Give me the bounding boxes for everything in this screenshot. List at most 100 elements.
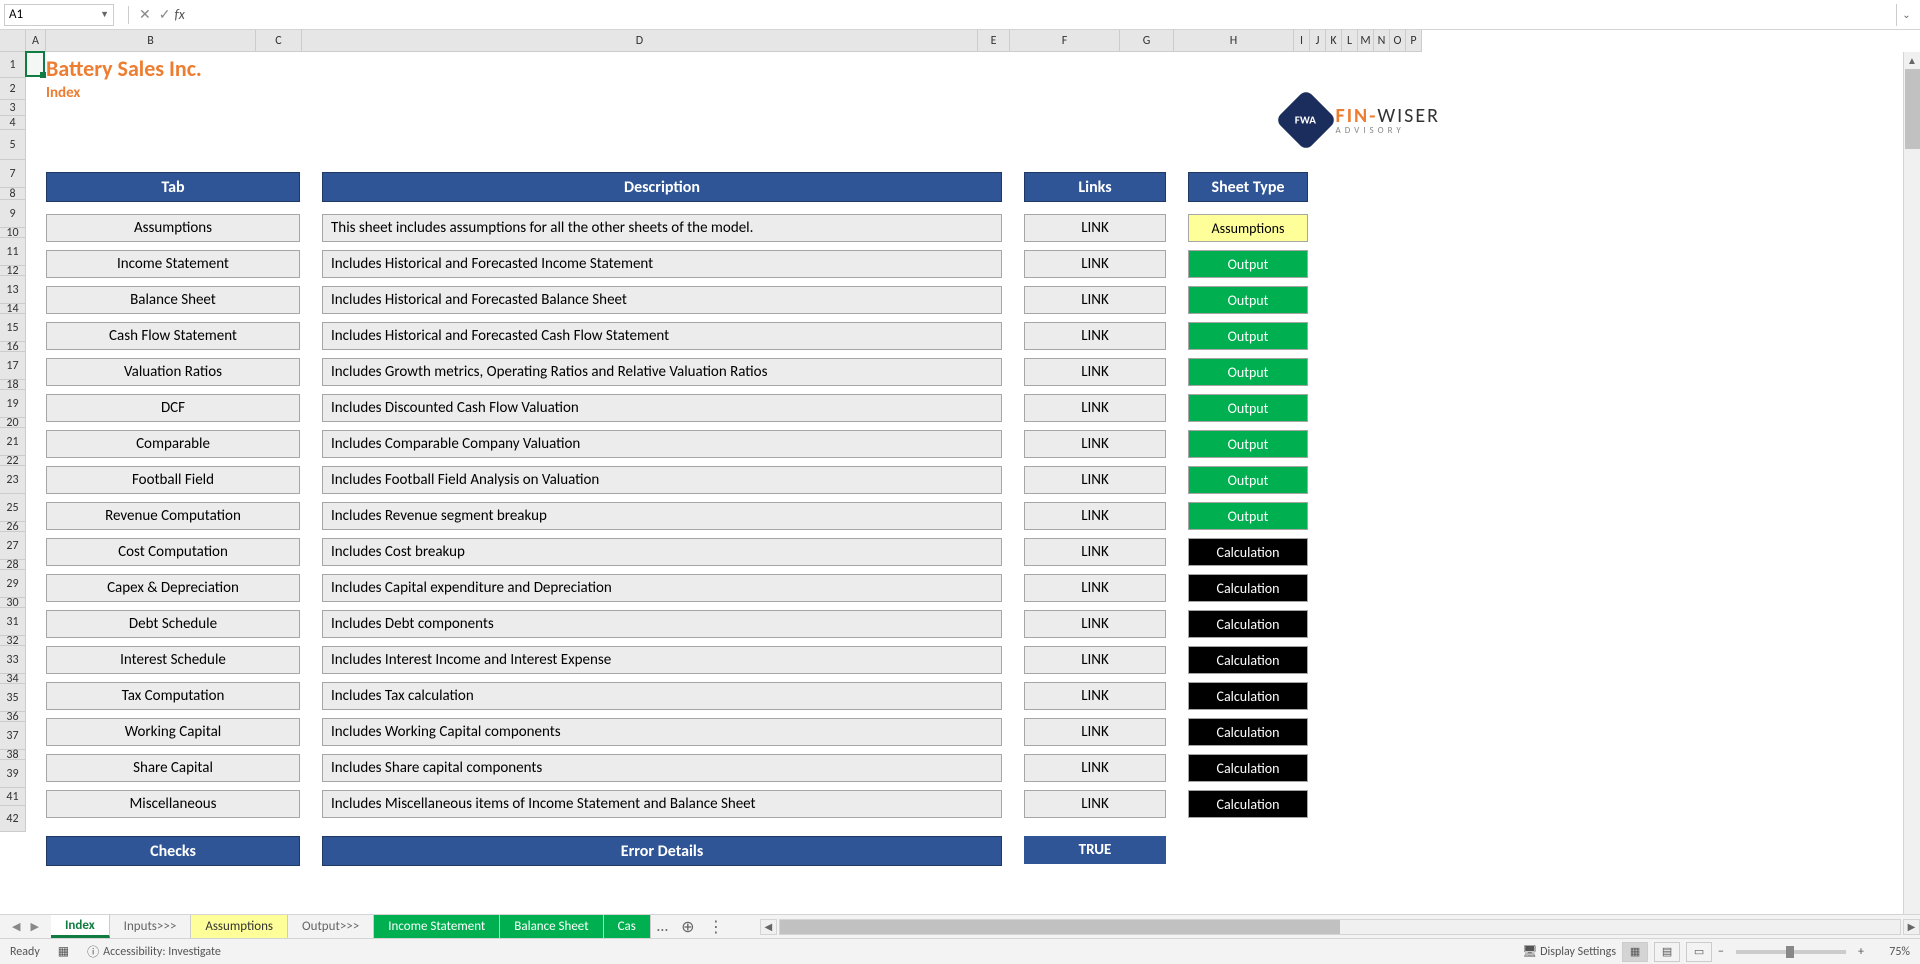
- column-header-B[interactable]: B: [46, 30, 256, 52]
- row-header-33[interactable]: 33: [0, 646, 26, 674]
- link-cell[interactable]: LINK: [1024, 322, 1166, 350]
- row-header-27[interactable]: 27: [0, 532, 26, 560]
- formula-input[interactable]: [191, 4, 1896, 26]
- column-header-O[interactable]: O: [1390, 30, 1406, 52]
- accessibility-status[interactable]: ⓘ Accessibility: Investigate: [87, 943, 221, 960]
- link-cell[interactable]: LINK: [1024, 466, 1166, 494]
- sheet-tab-index[interactable]: Index: [51, 915, 110, 938]
- column-header-H[interactable]: H: [1174, 30, 1294, 52]
- fx-icon[interactable]: fx: [174, 6, 184, 23]
- link-cell[interactable]: LINK: [1024, 790, 1166, 818]
- link-cell[interactable]: LINK: [1024, 250, 1166, 278]
- display-settings-button[interactable]: 🖥 Display Settings: [1522, 944, 1616, 959]
- column-header-I[interactable]: I: [1294, 30, 1310, 52]
- link-cell[interactable]: LINK: [1024, 754, 1166, 782]
- zoom-slider[interactable]: [1736, 950, 1846, 954]
- row-header-26[interactable]: 26: [0, 522, 26, 532]
- formula-expand-icon[interactable]: ⌄: [1896, 4, 1916, 26]
- scroll-up-icon[interactable]: ▲: [1904, 52, 1920, 69]
- zoom-knob[interactable]: [1786, 946, 1794, 958]
- row-header-39[interactable]: 39: [0, 760, 26, 788]
- zoom-in-button[interactable]: +: [1858, 945, 1864, 959]
- row-header-35[interactable]: 35: [0, 684, 26, 712]
- row-header-14[interactable]: 14: [0, 304, 26, 314]
- column-header-L[interactable]: L: [1342, 30, 1358, 52]
- column-header-D[interactable]: D: [302, 30, 978, 52]
- row-header-20[interactable]: 20: [0, 418, 26, 428]
- scroll-thumb[interactable]: [1905, 69, 1920, 149]
- row-header-30[interactable]: 30: [0, 598, 26, 608]
- view-page-break-button[interactable]: ▭: [1686, 942, 1712, 962]
- link-cell[interactable]: LINK: [1024, 394, 1166, 422]
- link-cell[interactable]: LINK: [1024, 574, 1166, 602]
- sheet-tab-cas[interactable]: Cas: [604, 915, 651, 938]
- horizontal-scrollbar[interactable]: [779, 919, 1901, 935]
- row-header-38[interactable]: 38: [0, 750, 26, 760]
- column-header-N[interactable]: N: [1374, 30, 1390, 52]
- column-header-A[interactable]: A: [26, 30, 46, 52]
- row-header-8[interactable]: 8: [0, 188, 26, 200]
- column-header-K[interactable]: K: [1326, 30, 1342, 52]
- row-header-31[interactable]: 31: [0, 608, 26, 636]
- vertical-scrollbar[interactable]: ▲ ▼: [1903, 52, 1920, 930]
- row-header-32[interactable]: 32: [0, 636, 26, 646]
- sheet-tab-income-statement[interactable]: Income Statement: [374, 915, 500, 938]
- column-header-G[interactable]: G: [1120, 30, 1174, 52]
- column-header-C[interactable]: C: [256, 30, 302, 52]
- sheet-more-icon[interactable]: …: [651, 915, 674, 938]
- row-header-15[interactable]: 15: [0, 314, 26, 342]
- hscroll-right-icon[interactable]: ▶: [1903, 919, 1920, 935]
- row-header-1[interactable]: 1: [0, 52, 26, 78]
- link-cell[interactable]: LINK: [1024, 430, 1166, 458]
- hscroll-thumb[interactable]: [780, 920, 1340, 934]
- column-header-M[interactable]: M: [1358, 30, 1374, 52]
- zoom-out-button[interactable]: −: [1718, 945, 1724, 959]
- column-header-P[interactable]: P: [1406, 30, 1422, 52]
- column-header-E[interactable]: E: [978, 30, 1010, 52]
- sheet-tab-assumptions[interactable]: Assumptions: [191, 915, 288, 938]
- view-page-layout-button[interactable]: ▤: [1654, 942, 1680, 962]
- sheet-next-icon[interactable]: ▶: [30, 920, 38, 933]
- link-cell[interactable]: LINK: [1024, 646, 1166, 674]
- link-cell[interactable]: LINK: [1024, 718, 1166, 746]
- row-header-3[interactable]: 3: [0, 100, 26, 116]
- row-header-18[interactable]: 18: [0, 380, 26, 390]
- sheet-tab-balance-sheet[interactable]: Balance Sheet: [500, 915, 603, 938]
- row-header-5[interactable]: 5: [0, 130, 26, 160]
- row-header-36[interactable]: 36: [0, 712, 26, 722]
- row-header-37[interactable]: 37: [0, 722, 26, 750]
- name-box[interactable]: A1 ▼: [4, 4, 114, 26]
- hscroll-left-icon[interactable]: ◀: [760, 919, 777, 935]
- row-header-41[interactable]: 41: [0, 788, 26, 806]
- sheet-prev-icon[interactable]: ◀: [12, 920, 20, 933]
- row-header-42[interactable]: 42: [0, 806, 26, 832]
- select-all-corner[interactable]: [0, 30, 26, 52]
- row-header-22[interactable]: 22: [0, 456, 26, 466]
- row-header-11[interactable]: 11: [0, 238, 26, 266]
- sheet-tab-output-[interactable]: Output>>>: [288, 915, 374, 938]
- row-header-4[interactable]: 4: [0, 116, 26, 130]
- row-header-21[interactable]: 21: [0, 428, 26, 456]
- row-header-29[interactable]: 29: [0, 570, 26, 598]
- row-header-19[interactable]: 19: [0, 390, 26, 418]
- link-cell[interactable]: LINK: [1024, 214, 1166, 242]
- view-normal-button[interactable]: ▦: [1622, 942, 1648, 962]
- row-header-16[interactable]: 16: [0, 342, 26, 352]
- add-sheet-button[interactable]: ⊕: [674, 915, 702, 938]
- row-header-10[interactable]: 10: [0, 228, 26, 238]
- name-box-dropdown-icon[interactable]: ▼: [100, 9, 109, 20]
- sheet-tab-inputs-[interactable]: Inputs>>>: [110, 915, 192, 938]
- row-header-2[interactable]: 2: [0, 78, 26, 100]
- row-header-34[interactable]: 34: [0, 674, 26, 684]
- link-cell[interactable]: LINK: [1024, 286, 1166, 314]
- cells-area[interactable]: Battery Sales Inc. Index FWA FIN-WISER A…: [26, 52, 1920, 930]
- sheet-menu-icon[interactable]: ⋮: [702, 915, 730, 938]
- row-header-17[interactable]: 17: [0, 352, 26, 380]
- row-header-9[interactable]: 9: [0, 200, 26, 228]
- link-cell[interactable]: LINK: [1024, 610, 1166, 638]
- link-cell[interactable]: LINK: [1024, 538, 1166, 566]
- link-cell[interactable]: LINK: [1024, 682, 1166, 710]
- confirm-icon[interactable]: ✓: [155, 6, 175, 23]
- link-cell[interactable]: LINK: [1024, 358, 1166, 386]
- column-header-J[interactable]: J: [1310, 30, 1326, 52]
